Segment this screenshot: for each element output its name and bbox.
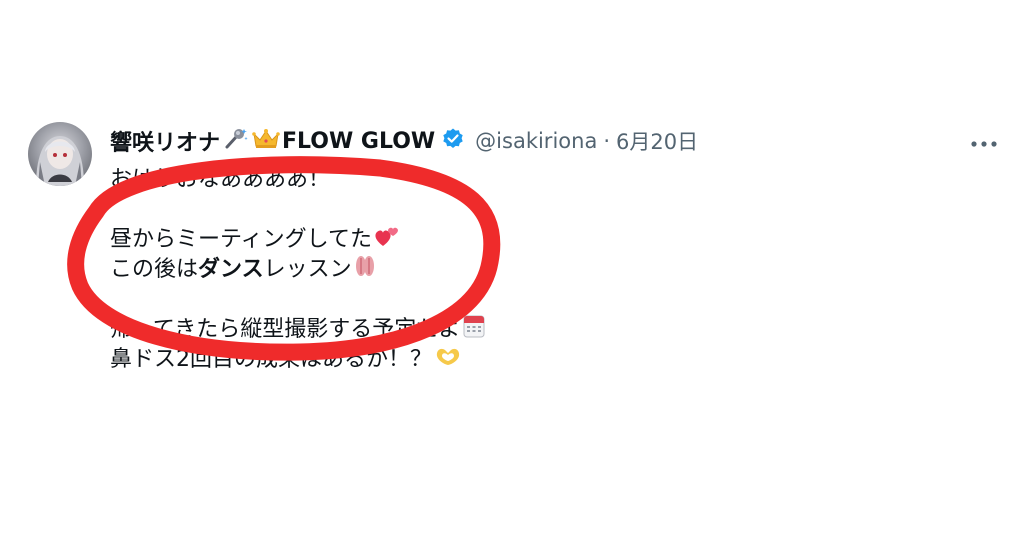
tweet-header: 響咲リオナ FLOW GLOW @isakiriona · 6月20日 bbox=[110, 124, 698, 158]
crown-icon bbox=[252, 128, 280, 154]
text-line-5: 鼻ドス2回目の成果はあるか！？ bbox=[110, 347, 432, 372]
display-name[interactable]: 響咲リオナ bbox=[110, 125, 220, 157]
tweet-card[interactable]: 響咲リオナ FLOW GLOW @isakiriona · 6月20日 おはりお… bbox=[0, 0, 1024, 538]
post-date[interactable]: 6月20日 bbox=[616, 126, 698, 156]
verified-badge-icon bbox=[441, 127, 465, 155]
kiss-mark-icon bbox=[354, 253, 376, 288]
text-line: この後は ダンス レッスン bbox=[110, 255, 670, 285]
text-line-3c: レッスン bbox=[263, 257, 352, 282]
group-name[interactable]: FLOW GLOW bbox=[282, 129, 435, 154]
separator-dot: · bbox=[603, 129, 610, 153]
text-line-1: おはりおなああああ！ bbox=[110, 167, 331, 192]
text-line: 鼻ドス2回目の成果はあるか！？ bbox=[110, 345, 670, 375]
user-handle[interactable]: @isakiriona bbox=[475, 129, 597, 153]
text-line: おはりおなああああ！ bbox=[110, 165, 670, 195]
calendar-icon bbox=[462, 313, 486, 348]
more-icon bbox=[970, 133, 998, 152]
microphone-sparkles-icon bbox=[222, 127, 248, 155]
two-hearts-icon bbox=[374, 224, 400, 257]
text-line-3b-bold: ダンス bbox=[198, 257, 264, 282]
text-line: 帰ってきたら縦型撮影する予定だよ bbox=[110, 315, 670, 345]
text-line-4: 帰ってきたら縦型撮影する予定だよ bbox=[110, 317, 461, 342]
avatar[interactable] bbox=[28, 122, 92, 186]
heart-hands-icon bbox=[434, 344, 462, 377]
tweet-text: おはりおなああああ！ 昼からミーティングしてた この後は ダンス レッスン 帰っ… bbox=[110, 165, 670, 375]
text-line: 昼からミーティングしてた bbox=[110, 225, 670, 255]
more-button[interactable] bbox=[962, 128, 1006, 156]
text-line-2: 昼からミーティングしてた bbox=[110, 227, 373, 252]
text-line-3a: この後は bbox=[110, 257, 199, 282]
